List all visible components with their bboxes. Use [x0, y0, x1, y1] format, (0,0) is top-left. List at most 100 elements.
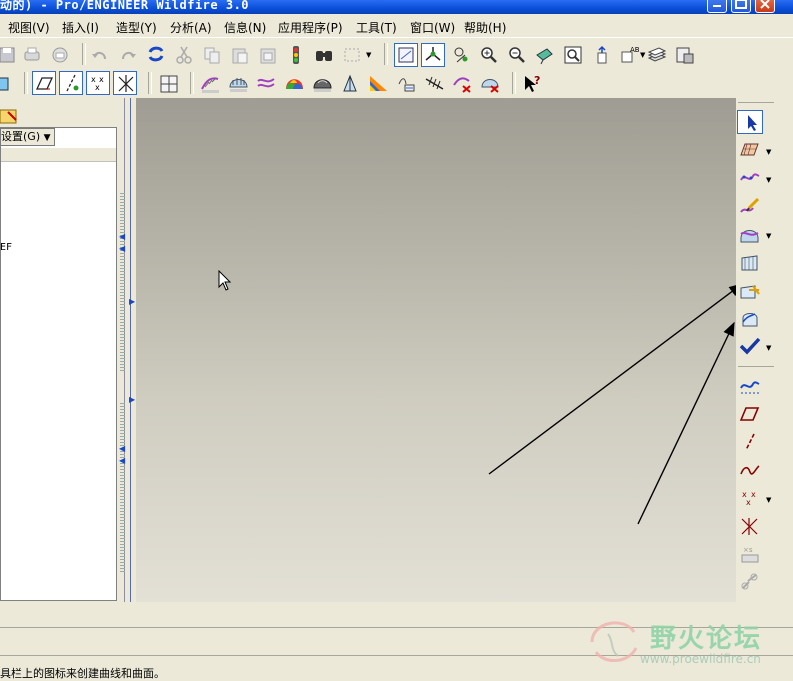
- folder-icon: [0, 109, 17, 124]
- collapse-left-icon[interactable]: ◀: [119, 444, 125, 453]
- email-button[interactable]: [48, 43, 72, 67]
- coordinate-system-toggle-button[interactable]: [113, 71, 137, 95]
- chevron-down-icon[interactable]: ▼: [766, 148, 771, 156]
- menu-view[interactable]: 视图(V): [8, 19, 50, 36]
- coordinate-system-button[interactable]: [737, 514, 763, 538]
- collapse-left-icon[interactable]: ◀: [119, 244, 125, 253]
- offset-button[interactable]: [254, 71, 278, 95]
- delete-analysis-button[interactable]: [450, 71, 474, 95]
- curve-button[interactable]: [737, 166, 763, 190]
- datum-point-toggle-button[interactable]: xxx: [86, 71, 110, 95]
- cube-button[interactable]: [0, 72, 16, 96]
- print-button[interactable]: [20, 43, 44, 67]
- menu-applications[interactable]: 应用程序(P): [278, 19, 343, 36]
- analysis-button[interactable]: ×s: [737, 542, 763, 566]
- view-manager-button[interactable]: [589, 43, 613, 67]
- menu-analysis[interactable]: 分析(A): [170, 19, 212, 36]
- chevron-down-icon[interactable]: ▼: [766, 344, 771, 352]
- connect-surface-button[interactable]: [737, 250, 763, 274]
- expand-right-icon[interactable]: ▶: [129, 297, 135, 306]
- model-tree-item[interactable]: EF: [0, 242, 12, 253]
- curvature-button[interactable]: [198, 71, 222, 95]
- datum-plane-display-button[interactable]: [394, 43, 418, 67]
- boundary-surface-button[interactable]: [737, 222, 763, 246]
- style-curve-button[interactable]: [737, 374, 763, 398]
- regenerate-button[interactable]: [144, 42, 168, 66]
- settings-dropdown[interactable]: 设置(G) ▼: [0, 128, 55, 146]
- datum-axis-toggle-button[interactable]: [59, 71, 83, 95]
- slope-button[interactable]: [366, 71, 390, 95]
- model-tree[interactable]: [0, 127, 117, 601]
- save-button[interactable]: [0, 43, 20, 67]
- menu-tools[interactable]: 工具(T): [356, 19, 397, 36]
- whats-this-button[interactable]: ?: [520, 71, 544, 95]
- cut-button[interactable]: [172, 43, 196, 67]
- appearance-button[interactable]: [673, 43, 697, 67]
- draft-button[interactable]: [338, 71, 362, 95]
- layers-button[interactable]: [645, 43, 669, 67]
- orient-button[interactable]: [533, 43, 557, 67]
- datum-plane-button[interactable]: [737, 402, 763, 426]
- minimize-button[interactable]: [707, 0, 727, 13]
- traffic-light-button[interactable]: [284, 43, 308, 67]
- trim-surface-button[interactable]: [737, 278, 763, 302]
- menu-style[interactable]: 造型(Y): [116, 19, 157, 36]
- chevron-down-icon[interactable]: ▼: [766, 176, 771, 184]
- pane-sash[interactable]: ◀ ◀ ▶ ▶ ◀ ◀: [118, 98, 136, 602]
- svg-text:×s: ×s: [743, 546, 753, 554]
- menu-help[interactable]: 帮助(H): [464, 19, 506, 36]
- select-box-button[interactable]: [340, 43, 364, 67]
- menu-insert[interactable]: 插入(I): [62, 19, 99, 36]
- link-button[interactable]: [737, 570, 763, 594]
- sash-grip[interactable]: [120, 403, 125, 573]
- graphics-window[interactable]: [136, 98, 736, 602]
- dihedral-button[interactable]: [394, 71, 418, 95]
- collapse-left-icon[interactable]: ◀: [119, 232, 125, 241]
- datum-plane-toggle-button[interactable]: [32, 71, 56, 95]
- datum-axis-button[interactable]: [737, 430, 763, 454]
- select-box-dropdown-arrow[interactable]: ▼: [366, 51, 371, 59]
- toolbar-separator: [82, 43, 86, 65]
- chevron-down-icon[interactable]: ▼: [766, 232, 771, 240]
- select-arrow-button[interactable]: [737, 110, 763, 134]
- paste-special-button[interactable]: [256, 43, 280, 67]
- curve-from-surface-button[interactable]: [737, 306, 763, 330]
- curve-analysis-button[interactable]: [422, 71, 446, 95]
- edit-curve-button[interactable]: [737, 194, 763, 218]
- close-button[interactable]: [755, 0, 775, 13]
- paste-button[interactable]: [228, 43, 252, 67]
- menu-info[interactable]: 信息(N): [224, 19, 266, 36]
- datum-axis-display-button[interactable]: [421, 43, 445, 67]
- find-button[interactable]: [312, 43, 336, 67]
- maximize-button[interactable]: [731, 0, 751, 13]
- paste-icon: [232, 48, 248, 64]
- traffic-light-icon: [293, 46, 299, 64]
- grid-button[interactable]: [156, 71, 180, 95]
- expand-right-icon[interactable]: ▶: [129, 395, 135, 404]
- curvature-icon: [201, 77, 219, 93]
- shading-button[interactable]: [310, 71, 334, 95]
- menu-window[interactable]: 窗口(W): [410, 19, 455, 36]
- chevron-down-icon[interactable]: ▼: [766, 496, 771, 504]
- datum-plane-display-icon: [398, 47, 414, 63]
- refit-button[interactable]: [561, 43, 585, 67]
- undo-button[interactable]: [88, 43, 112, 67]
- model-tree-tab[interactable]: [0, 103, 20, 127]
- named-views-button[interactable]: AB: [617, 43, 641, 67]
- redo-button[interactable]: [116, 43, 140, 67]
- zoom-in-button[interactable]: [477, 43, 501, 67]
- collapse-left-icon[interactable]: ◀: [119, 456, 125, 465]
- done-button[interactable]: [737, 334, 763, 358]
- delete-all-button[interactable]: [478, 71, 502, 95]
- copy-button[interactable]: [200, 43, 224, 67]
- reflection-button[interactable]: [282, 71, 306, 95]
- datum-point-button[interactable]: xxx: [737, 486, 763, 510]
- sash-grip[interactable]: [120, 193, 125, 373]
- datum-plane-toggle-icon: [35, 77, 54, 90]
- zoom-out-button[interactable]: [505, 43, 529, 67]
- sketched-curve-button[interactable]: [737, 458, 763, 482]
- section-analysis-button[interactable]: [226, 71, 250, 95]
- sketched-curve-icon: [740, 465, 760, 475]
- spin-center-button[interactable]: [449, 43, 473, 67]
- active-plane-button[interactable]: [737, 138, 763, 162]
